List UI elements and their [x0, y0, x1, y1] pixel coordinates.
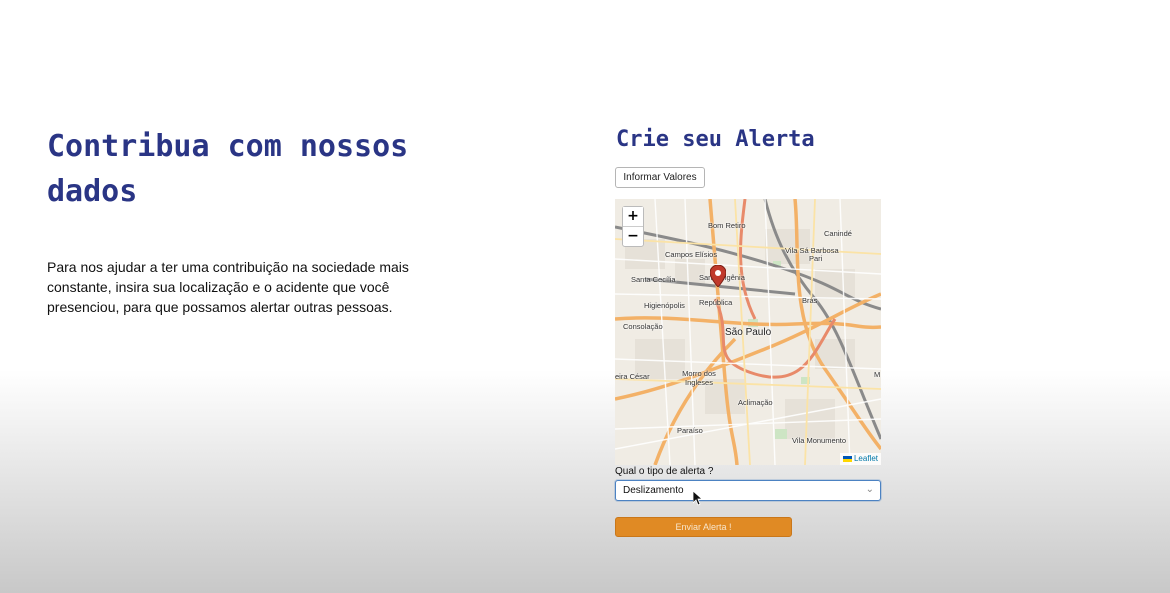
map-label: São Paulo: [725, 327, 772, 338]
ukraine-flag-icon: [842, 455, 852, 462]
map-label: Aclimação: [738, 398, 773, 407]
map[interactable]: + − Bom Retiro Canindé Vila Sá Barbosa P…: [615, 199, 881, 465]
map-label: M: [874, 370, 881, 379]
send-alert-button[interactable]: Enviar Alerta !: [615, 517, 792, 537]
map-marker-icon[interactable]: [710, 265, 726, 287]
map-label: Consolação: [623, 322, 663, 331]
map-label: Vila Monumento: [792, 436, 847, 445]
map-label: Brás: [802, 296, 818, 305]
alert-section-title: Crie seu Alerta: [616, 127, 815, 152]
alert-type-selected-value: Deslizamento: [623, 485, 684, 496]
leaflet-link[interactable]: Leaflet: [854, 454, 878, 463]
zoom-in-button[interactable]: +: [623, 207, 643, 226]
map-label: Canindé: [824, 229, 852, 238]
map-label: Higienópolis: [644, 301, 685, 310]
map-label: República: [699, 298, 733, 307]
map-label: Santa Cecília: [631, 275, 676, 284]
map-label: Campos Elísios: [665, 250, 718, 259]
map-label: eira César: [615, 372, 650, 381]
zoom-control: + −: [622, 206, 644, 247]
map-label: Pari: [809, 254, 823, 263]
mouse-pointer-icon: [693, 491, 703, 506]
alert-type-label: Qual o tipo de alerta ?: [615, 466, 714, 477]
map-attribution[interactable]: Leaflet: [839, 453, 881, 465]
zoom-out-button[interactable]: −: [623, 226, 643, 245]
chevron-down-icon: ⌄: [865, 484, 874, 495]
map-label: Bom Retiro: [708, 221, 746, 230]
map-label: Morro dos Ingleses: [682, 369, 716, 387]
page-description: Para nos ajudar a ter uma contribuição n…: [47, 259, 409, 315]
map-label: Paraíso: [677, 426, 703, 435]
alert-type-select[interactable]: Deslizamento ⌄: [615, 480, 881, 501]
informar-valores-button[interactable]: Informar Valores: [615, 167, 705, 188]
page-title: Contribua com nossos dados: [47, 129, 409, 209]
